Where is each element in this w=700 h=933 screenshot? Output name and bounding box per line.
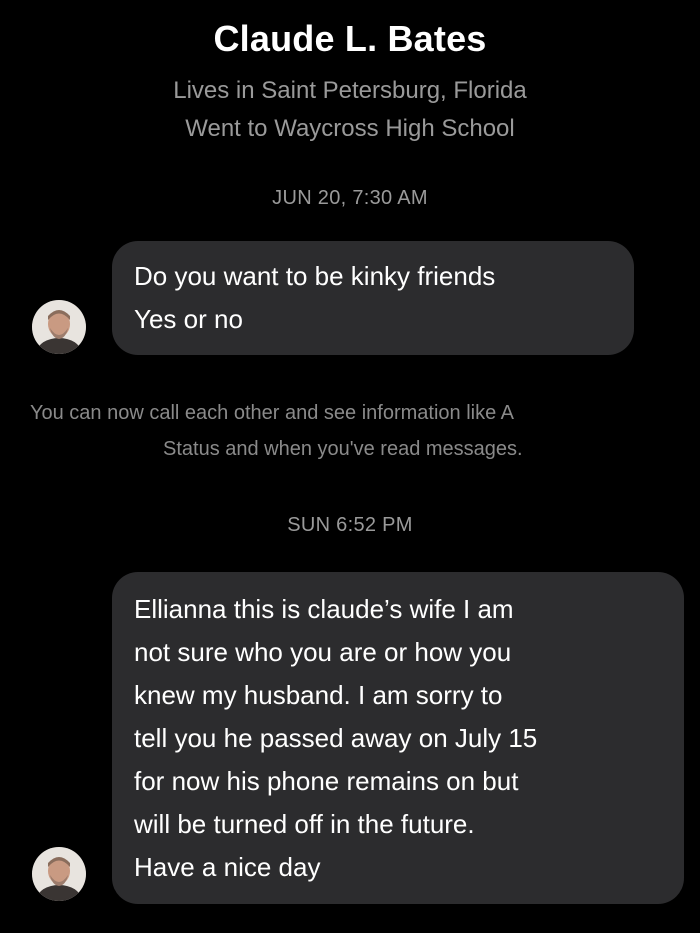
message-text-line: tell you he passed away on July 15 bbox=[134, 723, 538, 753]
received-message-bubble[interactable]: Ellianna this is claude’s wife I am not … bbox=[112, 572, 684, 904]
message-text-line: Have a nice day bbox=[134, 852, 321, 882]
conversation-header: Claude L. Bates Lives in Saint Petersbur… bbox=[0, 18, 700, 148]
message-timestamp: JUN 20, 7:30 AM bbox=[272, 187, 428, 209]
message-text-line: Ellianna this is claude’s wife I am bbox=[134, 594, 514, 624]
system-notice-line: Status and when you've read messages. bbox=[163, 438, 523, 460]
contact-location: Lives in Saint Petersburg, Florida bbox=[173, 77, 527, 104]
message-text-line: Do you want to be kinky friends bbox=[134, 261, 496, 291]
contact-photo-icon bbox=[32, 300, 86, 354]
message-text-line: not sure who you are or how you bbox=[134, 637, 512, 667]
message-text-line: for now his phone remains on but bbox=[134, 766, 519, 796]
message-text-line: Yes or no bbox=[134, 304, 243, 334]
contact-avatar[interactable] bbox=[32, 847, 86, 901]
contact-school: Went to Waycross High School bbox=[185, 115, 515, 142]
system-notice-line: You can now call each other and see info… bbox=[30, 402, 515, 424]
message-text-line: knew my husband. I am sorry to bbox=[134, 680, 503, 710]
message-timestamp: SUN 6:52 PM bbox=[287, 514, 413, 536]
contact-avatar[interactable] bbox=[32, 300, 86, 354]
message-text-line: will be turned off in the future. bbox=[134, 809, 475, 839]
contact-photo-icon bbox=[32, 847, 86, 901]
contact-name[interactable]: Claude L. Bates bbox=[0, 18, 700, 60]
received-message-bubble[interactable]: Do you want to be kinky friends Yes or n… bbox=[112, 241, 634, 355]
system-notice: You can now call each other and see info… bbox=[30, 395, 700, 467]
